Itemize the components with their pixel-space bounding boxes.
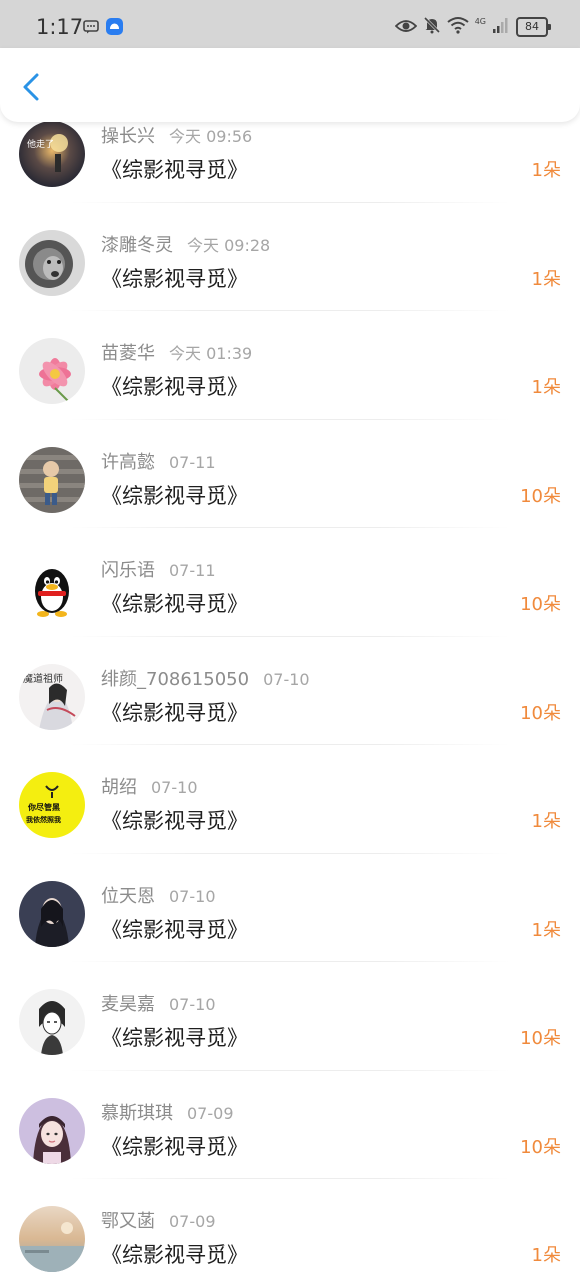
item-time: 今天 09:56 [169, 127, 253, 146]
item-time: 07-10 [151, 778, 198, 797]
user-name: 闪乐语 [101, 560, 155, 581]
list-item[interactable]: 你尽管黑 我依然照我 胡绍 07-10 《综影视寻觅》 1朵 [0, 745, 580, 854]
avatar [19, 555, 85, 621]
list-item[interactable]: 漆雕冬灵 今天 09:28 《综影视寻觅》 1朵 [0, 203, 580, 311]
list-item[interactable]: 鄂又菡 07-09 《综影视寻觅》 1朵 [0, 1179, 580, 1288]
item-time: 07-09 [169, 1212, 216, 1231]
status-time: 1:17 [36, 15, 84, 39]
item-time: 07-10 [169, 995, 216, 1014]
item-time: 07-09 [187, 1103, 234, 1123]
item-title: 《综影视寻觅》 [101, 1026, 248, 1050]
user-name: 麦昊嘉 [101, 994, 155, 1015]
item-title: 《综影视寻觅》 [101, 917, 248, 942]
item-time: 07-11 [169, 561, 216, 580]
user-name: 许高懿 [101, 451, 155, 473]
list-item[interactable]: 苗菱华 今天 01:39 《综影视寻觅》 1朵 [0, 311, 580, 420]
item-title: 《综影视寻觅》 [101, 266, 248, 291]
chevron-left-icon [14, 73, 50, 108]
item-meta: 操长兴 今天 09:56 [101, 125, 252, 149]
item-meta: 慕斯琪琪 07-09 [101, 1102, 234, 1126]
avatar: 你尽管黑 我依然照我 [19, 772, 85, 838]
avatar [19, 989, 85, 1055]
user-name: 慕斯琪琪 [101, 1102, 173, 1124]
avatar [19, 446, 85, 513]
list-item[interactable]: 许高懿 07-11 《综影视寻觅》 10朵 [0, 420, 580, 528]
eye-icon [394, 18, 417, 37]
status-icons: 4G 84 [394, 16, 551, 38]
item-time: 今天 01:39 [169, 344, 253, 363]
user-name: 绯颜_708615050 [101, 668, 250, 690]
item-title: 《综影视寻觅》 [101, 1134, 248, 1159]
list-item[interactable]: 闪乐语 07-11 《综影视寻觅》 10朵 [0, 528, 580, 637]
wifi-icon [447, 16, 469, 38]
item-meta: 苗菱华 今天 01:39 [101, 342, 252, 366]
avatar: 魔道祖师 [19, 663, 85, 730]
svg-text:我依然照我: 我依然照我 [26, 815, 61, 824]
list-item[interactable]: 麦昊嘉 07-10 《综影视寻觅》 10朵 [0, 962, 580, 1071]
item-meta: 胡绍 07-10 [101, 776, 198, 800]
nav-header [0, 48, 580, 122]
user-name: 位天恩 [101, 885, 155, 907]
avatar [19, 1097, 85, 1164]
item-meta: 许高懿 07-11 [101, 451, 216, 475]
item-title: 《综影视寻觅》 [101, 483, 248, 508]
item-time: 今天 09:28 [187, 235, 271, 255]
gift-count: 1朵 [531, 268, 561, 290]
item-meta: 鄂又菡 07-09 [101, 1210, 216, 1234]
item-title: 《综影视寻觅》 [101, 700, 248, 725]
gift-count: 1朵 [531, 1245, 561, 1266]
user-name: 胡绍 [101, 777, 137, 798]
battery-icon: 84 [516, 17, 551, 37]
user-name: 苗菱华 [101, 343, 155, 364]
item-title: 《综影视寻觅》 [101, 592, 248, 616]
item-meta: 麦昊嘉 07-10 [101, 993, 216, 1017]
gift-record-list: 他走了 操长兴 今天 09:56 《综影视寻觅》 1朵 漆雕冬灵 今天 09:28 … [0, 98, 580, 1288]
user-name: 鄂又菡 [101, 1211, 155, 1232]
avatar: 他走了 [19, 121, 85, 187]
gift-count: 10朵 [520, 702, 561, 724]
gift-count: 10朵 [520, 594, 561, 615]
gift-count: 1朵 [531, 160, 561, 181]
app-notification-icon [106, 18, 123, 35]
gift-count: 10朵 [520, 1136, 561, 1158]
svg-text:魔道祖师: 魔道祖师 [23, 672, 63, 685]
item-title: 《综影视寻觅》 [101, 1243, 248, 1267]
status-bar: 1:17 4G 84 [0, 0, 580, 48]
list-item[interactable]: 慕斯琪琪 07-09 《综影视寻觅》 10朵 [0, 1071, 580, 1179]
item-time: 07-10 [263, 669, 310, 689]
message-icon [83, 19, 99, 38]
item-meta: 闪乐语 07-11 [101, 559, 216, 583]
avatar [19, 338, 85, 404]
gift-count: 10朵 [520, 1028, 561, 1049]
list-item[interactable]: 位天恩 07-10 《综影视寻觅》 1朵 [0, 854, 580, 962]
item-title: 《综影视寻觅》 [101, 158, 248, 182]
avatar [19, 880, 85, 947]
avatar [19, 1206, 85, 1272]
item-time: 07-10 [169, 886, 216, 906]
gift-count: 1朵 [531, 811, 561, 832]
svg-text:他走了: 他走了 [27, 138, 54, 150]
gift-count: 1朵 [531, 919, 561, 941]
user-name: 漆雕冬灵 [101, 234, 173, 256]
svg-text:你尽管黑: 你尽管黑 [27, 802, 60, 812]
item-time: 07-11 [169, 452, 216, 472]
mute-icon [423, 16, 441, 38]
item-meta: 漆雕冬灵 今天 09:28 [101, 234, 270, 258]
gift-count: 1朵 [531, 377, 561, 398]
user-name: 操长兴 [101, 126, 155, 147]
back-button[interactable] [14, 68, 50, 104]
item-meta: 位天恩 07-10 [101, 885, 216, 909]
signal-icon [492, 16, 510, 38]
item-title: 《综影视寻觅》 [101, 809, 248, 833]
item-meta: 绯颜_708615050 07-10 [101, 668, 310, 692]
avatar [19, 229, 85, 296]
list-item[interactable]: 魔道祖师 绯颜_708615050 07-10 《综影视寻觅》 10朵 [0, 637, 580, 745]
item-title: 《综影视寻觅》 [101, 375, 248, 399]
gift-count: 10朵 [520, 485, 561, 507]
network-type: 4G [474, 16, 486, 26]
